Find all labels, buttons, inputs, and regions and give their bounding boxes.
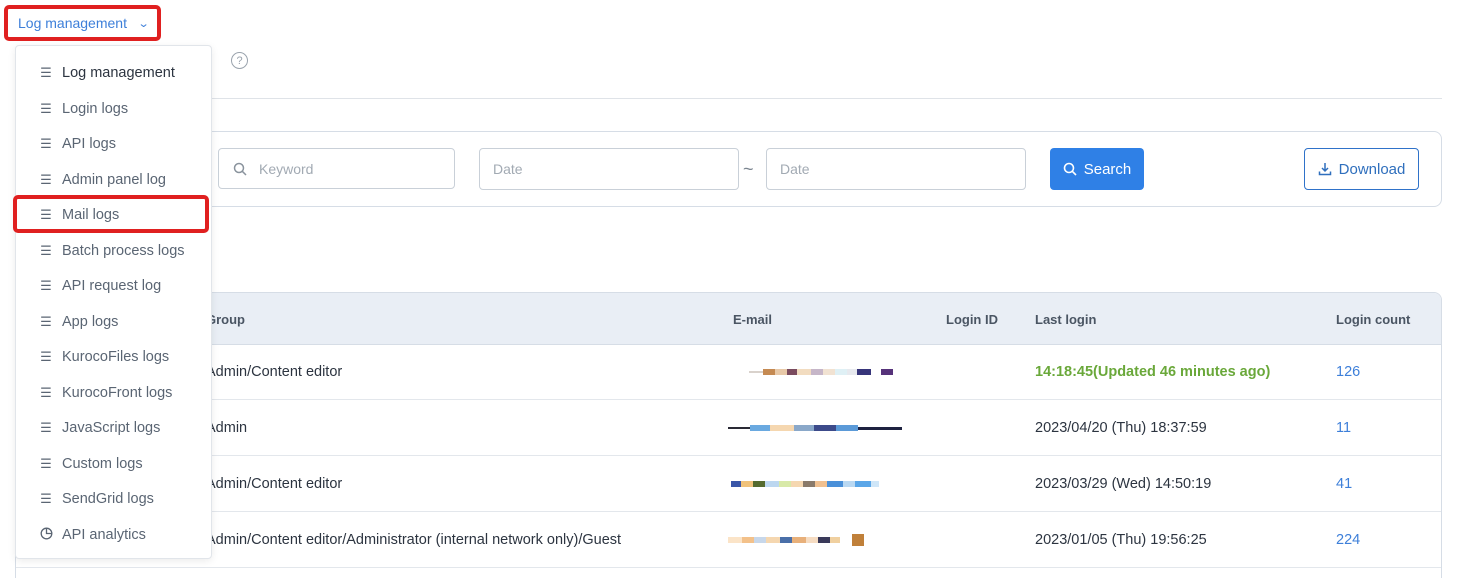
login-count-link[interactable]: 41	[1336, 476, 1352, 492]
menu-item-admin-panel-log[interactable]: ☰ Admin panel log	[16, 162, 211, 197]
login-count-link[interactable]: 126	[1336, 364, 1360, 380]
menu-item-mail-logs[interactable]: ☰ Mail logs	[16, 197, 211, 232]
menu-item-custom-logs[interactable]: ☰ Custom logs	[16, 446, 211, 481]
menu-item-label: JavaScript logs	[62, 419, 161, 436]
list-icon: ☰	[40, 135, 52, 151]
list-icon: ☰	[40, 171, 52, 187]
table-row[interactable]: Admin 2023/04/20 (Thu) 18:37:59 11	[16, 401, 1441, 456]
group-cell: Admin/Content editor	[206, 364, 343, 380]
email-redacted	[728, 533, 864, 547]
menu-item-label: Login logs	[62, 100, 129, 117]
group-cell: Admin/Content editor/Administrator (inte…	[206, 532, 622, 548]
menu-item-app-logs[interactable]: ☰ App logs	[16, 304, 211, 339]
date-from-field[interactable]	[479, 148, 739, 190]
email-redacted	[731, 477, 879, 491]
column-header-login-count[interactable]: Login count	[1336, 312, 1410, 327]
menu-item-login-logs[interactable]: ☰ Login logs	[16, 91, 211, 126]
email-redacted	[728, 421, 902, 435]
date-from-input[interactable]	[493, 161, 663, 177]
list-icon: ☰	[40, 419, 52, 435]
list-icon: ☰	[40, 206, 52, 222]
menu-item-api-analytics[interactable]: API analytics	[16, 517, 211, 552]
users-table: Group E-mail Login ID Last login Login c…	[15, 292, 1442, 578]
menu-item-batch-process-logs[interactable]: ☰ Batch process logs	[16, 233, 211, 268]
search-icon	[1063, 162, 1077, 176]
search-button-label: Search	[1083, 160, 1132, 178]
last-login-cell: 2023/04/20 (Thu) 18:37:59	[1035, 420, 1207, 436]
date-range-separator: ~	[743, 159, 754, 179]
download-button[interactable]: Download	[1304, 148, 1419, 190]
menu-item-javascript-logs[interactable]: ☰ JavaScript logs	[16, 410, 211, 445]
last-login-cell: 2023/03/29 (Wed) 14:50:19	[1035, 476, 1212, 492]
menu-item-label: API request log	[62, 277, 162, 294]
search-icon	[233, 162, 247, 176]
download-button-label: Download	[1338, 160, 1406, 178]
menu-item-kurocofront-logs[interactable]: ☰ KurocoFront logs	[16, 375, 211, 410]
menu-item-label: App logs	[62, 313, 119, 330]
menu-item-label: Admin panel log	[62, 171, 166, 188]
group-cell: Admin/Content editor	[206, 476, 343, 492]
log-management-page: t ? ~ Search Download Group E-mail	[0, 0, 1458, 578]
keyword-field[interactable]	[218, 148, 455, 189]
table-row[interactable]: Admin/Content editor 2023/03/29 (Wed) 14…	[16, 457, 1441, 512]
last-login-cell: 14:18:45(Updated 46 minutes ago)	[1035, 364, 1271, 380]
menu-item-api-logs[interactable]: ☰ API logs	[16, 126, 211, 161]
menu-item-label: API logs	[62, 135, 116, 152]
column-header-last-login[interactable]: Last login	[1035, 312, 1096, 327]
list-icon: ☰	[40, 455, 52, 471]
chevron-down-icon: ⌄	[137, 17, 150, 30]
menu-item-label: SendGrid logs	[62, 490, 154, 507]
login-count-link[interactable]: 11	[1336, 420, 1351, 436]
date-to-input[interactable]	[780, 161, 950, 177]
table-header: Group E-mail Login ID Last login Login c…	[16, 293, 1441, 345]
email-redacted	[749, 365, 893, 379]
menu-item-kurocofiles-logs[interactable]: ☰ KurocoFiles logs	[16, 339, 211, 374]
table-row[interactable]: Admin/Content editor 14:18:45(Updated 46…	[16, 345, 1441, 400]
list-icon: ☰	[40, 64, 52, 80]
search-button[interactable]: Search	[1050, 148, 1144, 190]
list-icon: ☰	[40, 384, 52, 400]
menu-item-label: Mail logs	[62, 206, 120, 223]
menu-item-sendgrid-logs[interactable]: ☰ SendGrid logs	[16, 481, 211, 516]
keyword-input[interactable]	[259, 160, 429, 177]
group-cell: Admin	[206, 420, 248, 436]
menu-item-label: Custom logs	[62, 455, 143, 472]
list-icon: ☰	[40, 348, 52, 364]
menu-item-label: KurocoFiles logs	[62, 348, 170, 365]
menu-item-label: Log management	[62, 64, 175, 81]
login-count-link[interactable]: 224	[1336, 532, 1360, 548]
column-header-login-id[interactable]: Login ID	[946, 312, 998, 327]
menu-item-label: Batch process logs	[62, 242, 185, 259]
date-to-field[interactable]	[766, 148, 1026, 190]
log-menu: ☰ Log management ☰ Login logs ☰ API logs…	[15, 45, 212, 559]
list-icon: ☰	[40, 490, 52, 506]
last-login-cell: 2023/01/05 (Thu) 19:56:25	[1035, 532, 1207, 548]
title-divider	[15, 98, 1442, 99]
menu-item-label: KurocoFront logs	[62, 384, 173, 401]
list-icon: ☰	[40, 242, 52, 258]
list-icon: ☰	[40, 277, 52, 293]
column-header-email[interactable]: E-mail	[733, 312, 772, 327]
pie-chart-icon	[39, 527, 53, 543]
dropdown-label: Log management	[18, 15, 127, 31]
menu-item-log-management[interactable]: ☰ Log management	[16, 55, 211, 90]
table-row[interactable]: Admin/Content editor/Administrator (inte…	[16, 513, 1441, 568]
download-icon	[1318, 163, 1331, 176]
menu-item-api-request-log[interactable]: ☰ API request log	[16, 268, 211, 303]
help-icon[interactable]: ?	[231, 52, 248, 69]
log-management-dropdown[interactable]: Log management ⌄	[4, 5, 161, 41]
list-icon: ☰	[40, 313, 52, 329]
menu-item-label: API analytics	[62, 526, 146, 543]
list-icon: ☰	[40, 100, 52, 116]
